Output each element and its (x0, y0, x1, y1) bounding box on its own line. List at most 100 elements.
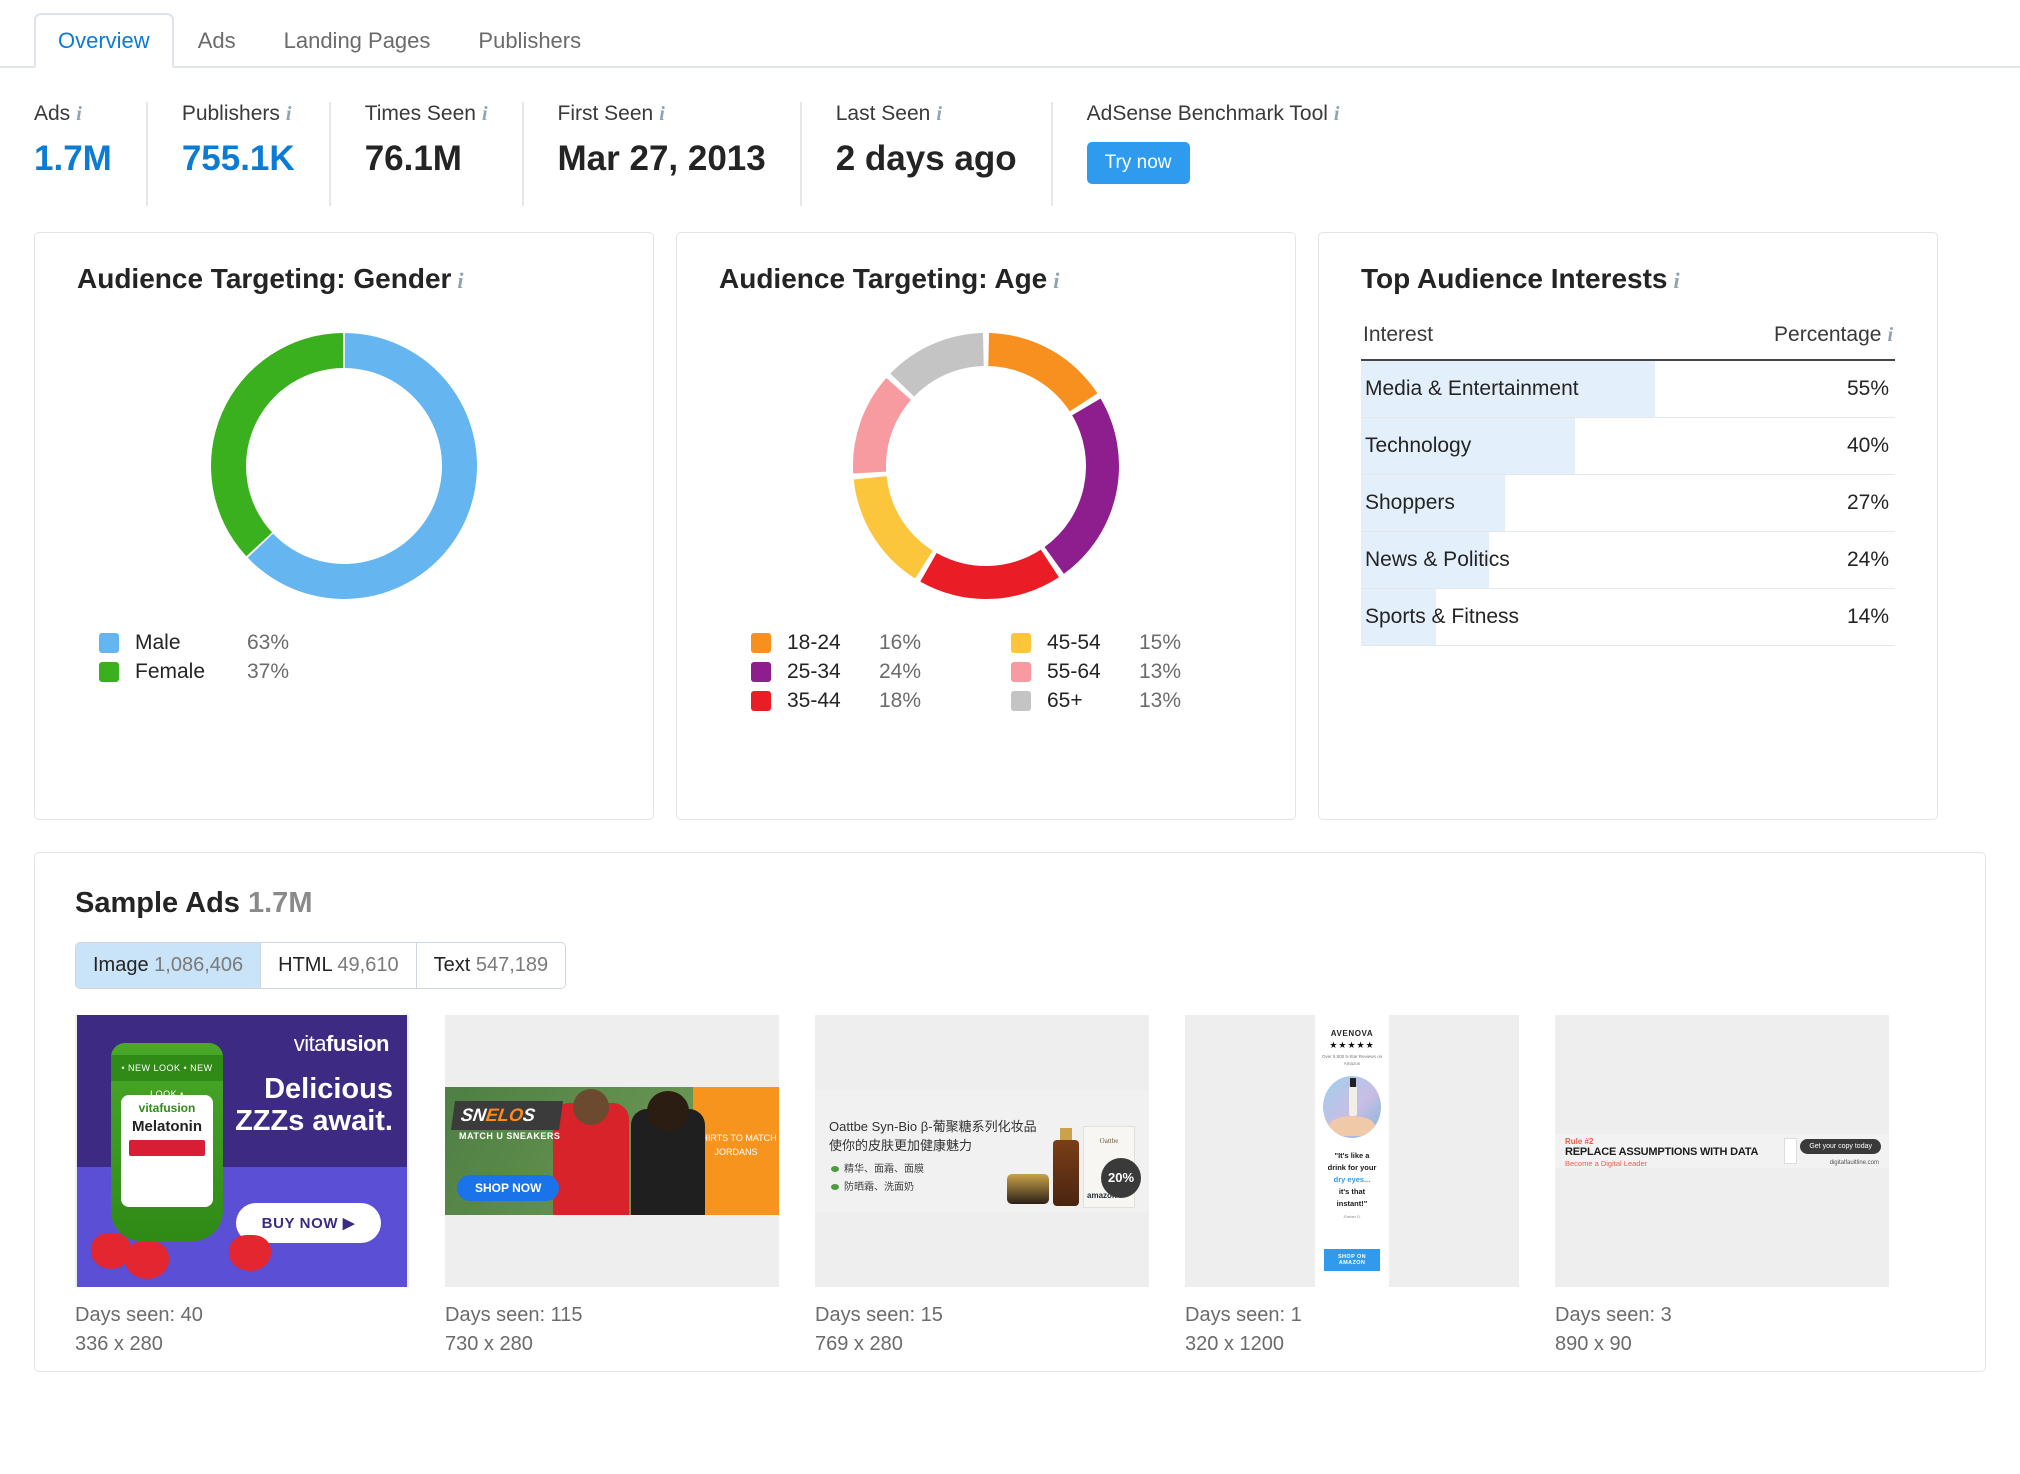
legend-value: 15% (1139, 631, 1182, 654)
legend-value: 18% (879, 689, 922, 712)
donut-segment[interactable] (890, 333, 984, 397)
creative-headline-line-2: 使你的皮肤更加健康魅力 (829, 1138, 973, 1153)
info-icon[interactable]: i (457, 268, 463, 294)
table-row[interactable]: Media & Entertainment 55% (1361, 361, 1895, 418)
sample-ad-item: vitafusion Delicious ZZZs await. BUY NOW… (75, 1015, 409, 1359)
ad-caption: Days seen: 1 320 x 1200 (1185, 1301, 1519, 1359)
stat-publishers-label: Publishers i (182, 102, 295, 126)
stat-publishers-label-text: Publishers (181, 102, 280, 125)
legend-swatch (99, 633, 119, 653)
ad-size: 730 x 280 (445, 1333, 533, 1355)
tab-publishers[interactable]: Publishers (454, 13, 605, 68)
table-row[interactable]: Technology 40% (1361, 418, 1895, 475)
donut-segment[interactable] (853, 476, 933, 579)
gender-donut-wrap (77, 301, 611, 631)
legend-value: 63% (247, 631, 290, 654)
bottle-strength-bar (129, 1140, 205, 1156)
info-icon[interactable]: i (76, 103, 82, 126)
product-bottle: • NEW LOOK • NEW LOOK • vitafusion Melat… (111, 1043, 223, 1241)
donut-segment[interactable] (853, 377, 912, 474)
tab-landing-pages[interactable]: Landing Pages (260, 13, 455, 68)
filter-html-count: 49,610 (337, 954, 399, 976)
table-row[interactable]: Sports & Fitness 14% (1361, 589, 1895, 646)
donut-segment[interactable] (920, 549, 1059, 599)
info-icon[interactable]: i (659, 103, 665, 126)
quote-credit: -Ember D. (1342, 1213, 1362, 1219)
gender-donut-chart (211, 333, 478, 599)
column-header-interest: Interest (1363, 323, 1434, 346)
sample-ad-item: Rule #2 REPLACE ASSUMPTIONS WITH DATA Be… (1555, 1015, 1889, 1359)
legend-label: 65+ (1047, 689, 1083, 712)
info-icon[interactable]: i (286, 103, 292, 126)
table-row[interactable]: News & Politics 24% (1361, 532, 1895, 589)
creative-headline-line-1: Oattbe Syn-Bio β-葡聚糖系列化妆品 (829, 1119, 1037, 1134)
logo-part: ELO (484, 1105, 525, 1125)
donut-segment[interactable] (1044, 398, 1119, 574)
donut-segment[interactable] (211, 333, 344, 557)
try-now-button[interactable]: Try now (1086, 142, 1190, 184)
column-header-percentage: Percentage i (1774, 323, 1893, 347)
table-row[interactable]: Shoppers 27% (1361, 475, 1895, 532)
stat-times-seen-label-text: Times Seen (364, 102, 476, 125)
stat-first-seen-value: Mar 27, 2013 (557, 139, 766, 178)
hand-shape (1329, 1115, 1375, 1136)
ad-caption: Days seen: 3 890 x 90 (1555, 1301, 1889, 1359)
ad-caption: Days seen: 15 769 x 280 (815, 1301, 1149, 1359)
info-icon[interactable]: i (1674, 268, 1680, 294)
ad-thumbnail[interactable]: Rule #2 REPLACE ASSUMPTIONS WITH DATA Be… (1555, 1015, 1889, 1287)
tab-overview[interactable]: Overview (34, 13, 174, 68)
sample-ads-grid: vitafusion Delicious ZZZs await. BUY NOW… (75, 1015, 1945, 1359)
creative-url: digitalfaultline.com (1829, 1160, 1879, 1166)
sample-ad-item: SNELOS MATCH U SNEAKERS SHOP NOW SHIRTS … (445, 1015, 779, 1359)
quote-line-2: drink for your (1327, 1162, 1377, 1172)
audience-age-card: Audience Targeting: Age i 18-24 16% 45-54 15… (676, 232, 1296, 820)
creative-cta: SHOP ON AMAZON (1324, 1249, 1380, 1271)
creative-headline: Delicious ZZZs await. (235, 1073, 393, 1138)
stat-ads-label: Ads i (34, 102, 112, 126)
logo-tagline: MATCH U SNEAKERS (459, 1131, 561, 1141)
bottle-label: vitafusion Melatonin (121, 1095, 213, 1207)
sample-ads-title-text: Sample Ads (75, 887, 240, 919)
brand-bold: fusion (326, 1031, 390, 1056)
info-icon[interactable]: i (482, 103, 488, 126)
ad-creative-sneakers: SNELOS MATCH U SNEAKERS SHOP NOW SHIRTS … (445, 1087, 779, 1215)
discount-badge: 20% (1101, 1158, 1141, 1198)
legend-value: 13% (1139, 689, 1182, 712)
info-icon[interactable]: i (1053, 268, 1059, 294)
legend-swatch (99, 662, 119, 682)
stat-ads-value[interactable]: 1.7M (34, 139, 112, 179)
strawberry-icon (229, 1235, 271, 1271)
ad-size: 320 x 1200 (1185, 1333, 1284, 1355)
info-icon[interactable]: i (936, 103, 942, 126)
donut-segment[interactable] (988, 333, 1098, 412)
ad-thumbnail[interactable]: AVENOVA ★★★★★ Over 5,800 5-Star Reviews … (1185, 1015, 1519, 1287)
quote-line-4: it's that (1338, 1186, 1366, 1196)
ad-creative-oattbe: Oattbe Syn-Bio β-葡聚糖系列化妆品 使你的皮肤更加健康魅力 精华… (815, 1090, 1149, 1212)
filter-html[interactable]: HTML 49,610 (261, 943, 417, 988)
ad-type-filter: Image 1,086,406 HTML 49,610 Text 547,189 (75, 942, 567, 989)
legend-value: 16% (879, 631, 922, 654)
interest-percentage: 55% (1846, 377, 1889, 400)
age-donut-chart (853, 333, 1119, 599)
side-line-1: SHIRTS TO MATCH (695, 1133, 777, 1143)
logo-part: SN (459, 1105, 488, 1125)
summary-stats: Ads i 1.7M Publishers i 755.1K Times Seen i… (0, 68, 2020, 232)
legend-value: 24% (879, 660, 922, 683)
ad-days-seen: Days seen: 1 (1185, 1304, 1302, 1326)
headline-line-1: Delicious (264, 1073, 393, 1105)
ad-thumbnail[interactable]: SNELOS MATCH U SNEAKERS SHOP NOW SHIRTS … (445, 1015, 779, 1287)
filter-text[interactable]: Text 547,189 (416, 943, 566, 988)
stat-last-seen-value: 2 days ago (835, 139, 1017, 178)
ad-thumbnail[interactable]: vitafusion Delicious ZZZs await. BUY NOW… (75, 1015, 409, 1287)
info-icon[interactable]: i (1334, 103, 1340, 126)
legend-swatch (751, 633, 771, 653)
info-icon[interactable]: i (1887, 324, 1893, 347)
filter-image[interactable]: Image 1,086,406 (76, 943, 262, 988)
creative-subhead: Become a Digital Leader (1565, 1159, 1648, 1168)
age-donut-wrap (719, 301, 1253, 631)
audience-gender-title-text: Audience Targeting: Gender (77, 263, 452, 294)
ad-thumbnail[interactable]: Oattbe Syn-Bio β-葡聚糖系列化妆品 使你的皮肤更加健康魅力 精华… (815, 1015, 1149, 1287)
stat-publishers-value[interactable]: 755.1K (182, 139, 295, 179)
tab-ads[interactable]: Ads (174, 13, 260, 68)
avenova-logo: AVENOVA (1330, 1029, 1374, 1038)
